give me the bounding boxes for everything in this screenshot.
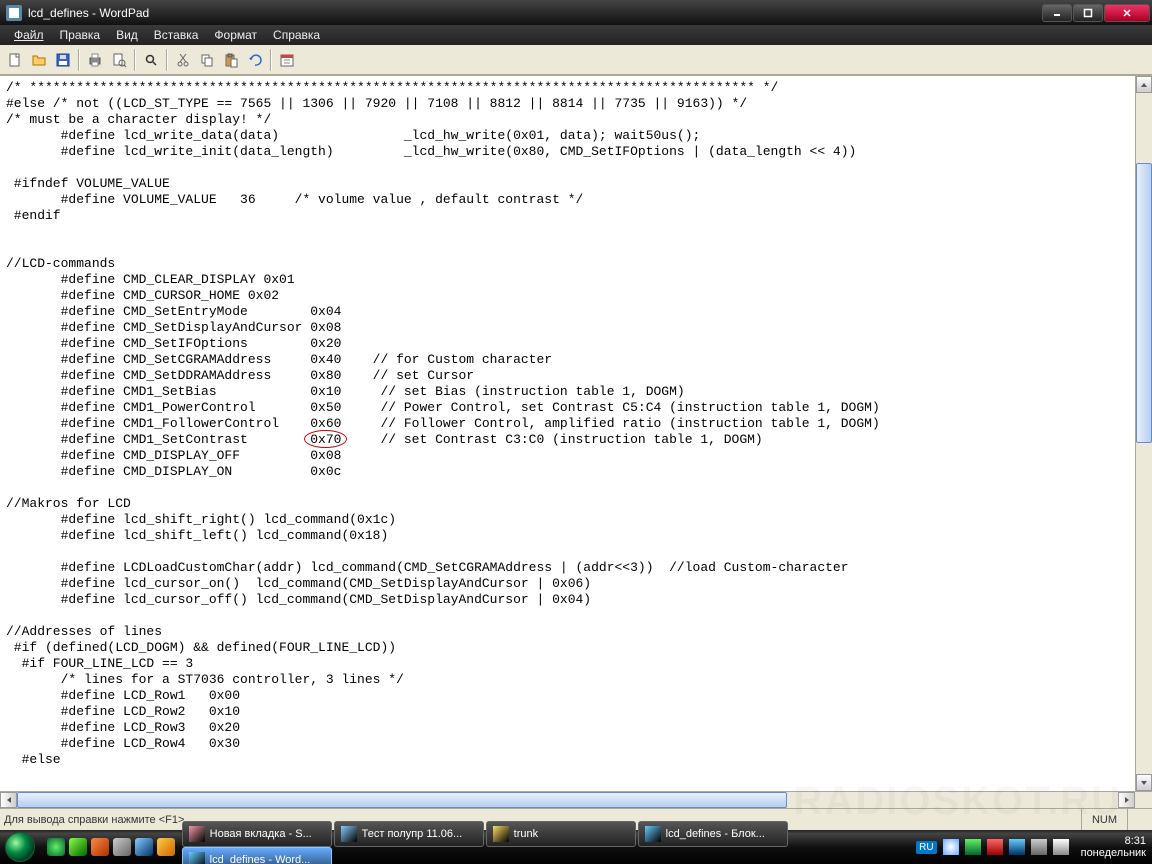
vertical-scrollbar[interactable] bbox=[1135, 76, 1152, 791]
task-app-icon bbox=[189, 852, 205, 864]
menu-view[interactable]: Вид bbox=[108, 26, 146, 44]
taskbar: Новая вкладка - S... Тест полупр 11.06...… bbox=[0, 830, 1152, 864]
minimize-button[interactable] bbox=[1042, 4, 1072, 22]
window-title: lcd_defines - WordPad bbox=[28, 6, 1042, 20]
app-icon bbox=[6, 5, 22, 21]
scroll-left-button[interactable] bbox=[0, 792, 17, 808]
wordpad-window: lcd_defines - WordPad Файл Правка Вид Вс… bbox=[0, 0, 1152, 830]
scroll-thumb[interactable] bbox=[17, 792, 787, 808]
tray-icon[interactable] bbox=[987, 839, 1003, 855]
task-label: lcd_defines - Блок... bbox=[666, 828, 765, 840]
ql-icon[interactable] bbox=[47, 838, 65, 856]
clock[interactable]: 8:31 понедельник bbox=[1075, 835, 1146, 859]
toolbar-separator bbox=[270, 49, 272, 71]
status-num: NUM bbox=[1081, 809, 1127, 830]
undo-icon[interactable] bbox=[244, 49, 266, 71]
tray-icon[interactable] bbox=[965, 839, 981, 855]
document-text[interactable]: /* *************************************… bbox=[0, 76, 1135, 791]
maximize-button[interactable] bbox=[1073, 4, 1103, 22]
task-app-icon bbox=[341, 826, 357, 842]
tray-icon[interactable] bbox=[1009, 839, 1025, 855]
status-grip bbox=[1127, 809, 1148, 830]
save-icon[interactable] bbox=[52, 49, 74, 71]
menubar: Файл Правка Вид Вставка Формат Справка bbox=[0, 25, 1152, 45]
scroll-up-button[interactable] bbox=[1136, 76, 1152, 93]
clock-day: понедельник bbox=[1081, 847, 1146, 859]
close-button[interactable] bbox=[1104, 4, 1150, 22]
print-icon[interactable] bbox=[84, 49, 106, 71]
toolbar-separator bbox=[166, 49, 168, 71]
menu-insert[interactable]: Вставка bbox=[146, 26, 207, 44]
taskbar-button[interactable]: Новая вкладка - S... bbox=[182, 821, 332, 847]
task-app-icon bbox=[189, 826, 205, 842]
scroll-right-button[interactable] bbox=[1118, 792, 1135, 808]
tray-volume-icon[interactable] bbox=[1053, 839, 1069, 855]
print-preview-icon[interactable] bbox=[108, 49, 130, 71]
start-orb-icon bbox=[5, 832, 35, 862]
scroll-track[interactable] bbox=[17, 792, 1118, 808]
scroll-track[interactable] bbox=[1136, 93, 1152, 774]
task-label: lcd_defines - Word... bbox=[210, 854, 311, 864]
task-app-icon bbox=[645, 826, 661, 842]
ql-icon[interactable] bbox=[113, 838, 131, 856]
system-tray: RU 8:31 понедельник bbox=[916, 835, 1152, 859]
scroll-corner bbox=[1135, 792, 1152, 808]
scroll-thumb[interactable] bbox=[1136, 163, 1152, 443]
ql-icon[interactable] bbox=[135, 838, 153, 856]
start-button[interactable] bbox=[0, 830, 41, 864]
taskbar-button[interactable]: Тест полупр 11.06... bbox=[334, 821, 484, 847]
menu-file[interactable]: Файл bbox=[6, 26, 52, 44]
task-label: Тест полупр 11.06... bbox=[362, 828, 463, 840]
toolbar bbox=[0, 45, 1152, 75]
taskbar-button[interactable]: lcd_defines - Блок... bbox=[638, 821, 788, 847]
scroll-down-button[interactable] bbox=[1136, 774, 1152, 791]
copy-icon[interactable] bbox=[196, 49, 218, 71]
new-file-icon[interactable] bbox=[4, 49, 26, 71]
taskbar-button[interactable]: trunk bbox=[486, 821, 636, 847]
ql-icon[interactable] bbox=[69, 838, 87, 856]
language-indicator[interactable]: RU bbox=[916, 841, 936, 854]
insert-date-icon[interactable] bbox=[276, 49, 298, 71]
menu-format[interactable]: Формат bbox=[206, 26, 265, 44]
editor-area: /* *************************************… bbox=[0, 75, 1152, 791]
find-icon[interactable] bbox=[140, 49, 162, 71]
tray-icon[interactable] bbox=[943, 839, 959, 855]
menu-edit[interactable]: Правка bbox=[52, 26, 109, 44]
annotation-ellipse bbox=[304, 430, 347, 448]
open-file-icon[interactable] bbox=[28, 49, 50, 71]
task-label: Новая вкладка - S... bbox=[210, 828, 312, 840]
menu-help[interactable]: Справка bbox=[265, 26, 328, 44]
task-app-icon bbox=[493, 826, 509, 842]
cut-icon[interactable] bbox=[172, 49, 194, 71]
tray-icon[interactable] bbox=[1031, 839, 1047, 855]
horizontal-scrollbar[interactable] bbox=[0, 791, 1152, 808]
toolbar-separator bbox=[134, 49, 136, 71]
toolbar-separator bbox=[78, 49, 80, 71]
task-label: trunk bbox=[514, 828, 538, 840]
clock-time: 8:31 bbox=[1081, 835, 1146, 847]
titlebar[interactable]: lcd_defines - WordPad bbox=[0, 0, 1152, 25]
paste-icon[interactable] bbox=[220, 49, 242, 71]
quick-launch bbox=[41, 838, 181, 856]
ql-icon[interactable] bbox=[91, 838, 109, 856]
ql-icon[interactable] bbox=[157, 838, 175, 856]
taskbar-button[interactable]: lcd_defines - Word... bbox=[182, 847, 332, 864]
